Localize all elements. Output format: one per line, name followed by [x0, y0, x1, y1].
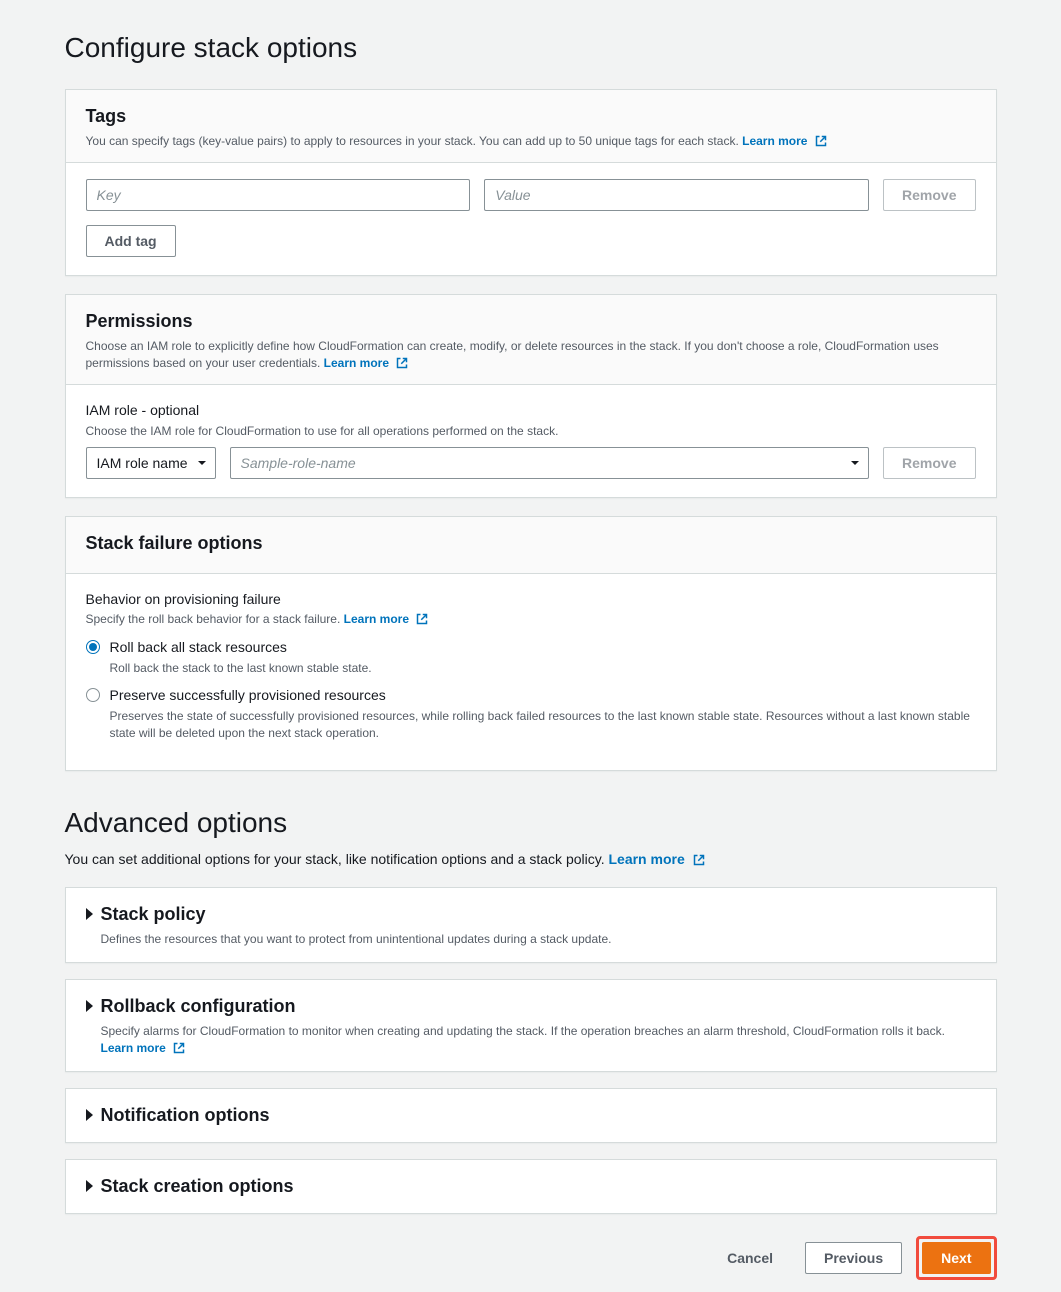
advanced-heading: Advanced options	[65, 803, 997, 842]
tags-panel: Tags You can specify tags (key-value pai…	[65, 89, 997, 276]
add-tag-button[interactable]: Add tag	[86, 225, 176, 257]
tag-key-input[interactable]	[86, 179, 471, 211]
stack-creation-options-title: Stack creation options	[101, 1174, 294, 1199]
iam-role-field-help: Choose the IAM role for CloudFormation t…	[86, 423, 976, 440]
previous-button[interactable]: Previous	[805, 1242, 902, 1274]
notification-options-title: Notification options	[101, 1103, 270, 1128]
advanced-sub: You can set additional options for your …	[65, 850, 997, 870]
radio-preserve[interactable]: Preserve successfully provisioned resour…	[86, 686, 976, 741]
tags-learn-more-link[interactable]: Learn more	[742, 134, 827, 148]
rollback-config-title: Rollback configuration	[101, 994, 296, 1019]
radio-rollback-all-desc: Roll back the stack to the last known st…	[110, 660, 372, 677]
footer-actions: Cancel Previous Next	[65, 1230, 997, 1282]
stack-policy-desc: Defines the resources that you want to p…	[101, 931, 976, 948]
stack-failure-panel: Stack failure options Behavior on provis…	[65, 516, 997, 770]
behavior-help: Specify the roll back behavior for a sta…	[86, 611, 976, 628]
external-link-icon	[173, 1042, 185, 1054]
expando-rollback-config[interactable]: Rollback configuration Specify alarms fo…	[65, 979, 997, 1072]
advanced-learn-more-link[interactable]: Learn more	[608, 851, 704, 867]
remove-tag-button[interactable]: Remove	[883, 179, 975, 211]
caret-right-icon	[86, 1109, 93, 1121]
permissions-panel: Permissions Choose an IAM role to explic…	[65, 294, 997, 498]
failure-learn-more-link[interactable]: Learn more	[344, 612, 429, 626]
stack-failure-title: Stack failure options	[86, 531, 976, 556]
iam-role-name-select[interactable]: Sample-role-name	[230, 447, 870, 479]
radio-preserve-label: Preserve successfully provisioned resour…	[110, 686, 976, 706]
rollback-config-desc: Specify alarms for CloudFormation to mon…	[101, 1023, 976, 1057]
radio-preserve-desc: Preserves the state of successfully prov…	[110, 708, 976, 742]
behavior-label: Behavior on provisioning failure	[86, 590, 976, 610]
permissions-desc: Choose an IAM role to explicitly define …	[86, 338, 976, 372]
radio-rollback-all-label: Roll back all stack resources	[110, 638, 372, 658]
chevron-down-icon	[197, 458, 207, 468]
tags-desc: You can specify tags (key-value pairs) t…	[86, 133, 976, 150]
page-title: Configure stack options	[65, 28, 997, 67]
caret-right-icon	[86, 1180, 93, 1192]
external-link-icon	[693, 854, 705, 866]
stack-policy-title: Stack policy	[101, 902, 206, 927]
external-link-icon	[416, 613, 428, 625]
iam-role-field-label: IAM role - optional	[86, 401, 976, 421]
chevron-down-icon	[850, 458, 860, 468]
iam-role-type-select[interactable]: IAM role name	[86, 447, 216, 479]
next-button[interactable]: Next	[922, 1242, 990, 1274]
expando-stack-creation-options[interactable]: Stack creation options	[65, 1159, 997, 1214]
radio-rollback-all[interactable]: Roll back all stack resources Roll back …	[86, 638, 976, 676]
radio-icon	[86, 688, 100, 702]
permissions-title: Permissions	[86, 309, 976, 334]
expando-stack-policy[interactable]: Stack policy Defines the resources that …	[65, 887, 997, 963]
expando-notification-options[interactable]: Notification options	[65, 1088, 997, 1143]
external-link-icon	[396, 357, 408, 369]
external-link-icon	[815, 135, 827, 147]
tag-value-input[interactable]	[484, 179, 869, 211]
caret-right-icon	[86, 908, 93, 920]
rollback-learn-more-link[interactable]: Learn more	[101, 1041, 186, 1055]
radio-icon	[86, 640, 100, 654]
next-button-highlight: Next	[916, 1236, 996, 1280]
permissions-learn-more-link[interactable]: Learn more	[324, 356, 409, 370]
cancel-button[interactable]: Cancel	[709, 1242, 791, 1274]
caret-right-icon	[86, 1000, 93, 1012]
tags-title: Tags	[86, 104, 976, 129]
remove-role-button[interactable]: Remove	[883, 447, 975, 479]
